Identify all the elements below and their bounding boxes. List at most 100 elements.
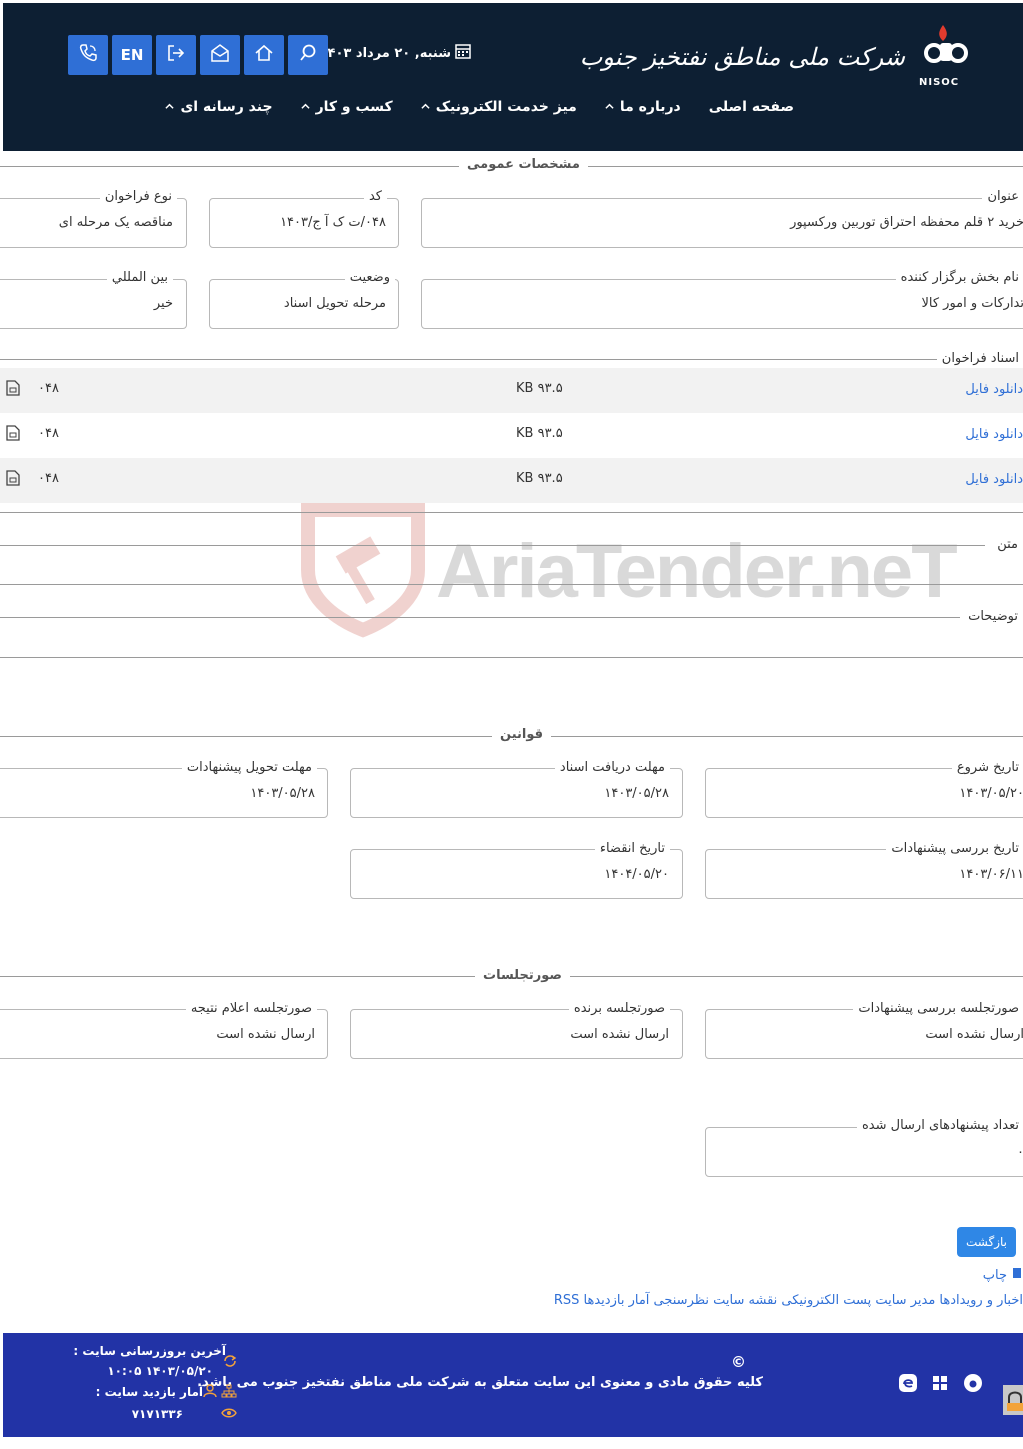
documents-divider bbox=[0, 359, 1023, 360]
login-button[interactable] bbox=[156, 35, 196, 75]
documents-title: اسناد فراخوان bbox=[936, 351, 1023, 366]
desc-label: توضیحات bbox=[963, 609, 1023, 624]
accessibility-icon[interactable] bbox=[1003, 1385, 1023, 1415]
general-section-title: مشخصات عمومی bbox=[459, 157, 588, 172]
back-button[interactable]: بازگشت bbox=[957, 1227, 1016, 1257]
offers-count-value: ۰ bbox=[1017, 1145, 1023, 1160]
submit-deadline-value: ۱۴۰۳/۰۵/۲۸ bbox=[250, 786, 315, 801]
main-nav: صفحه اصلی درباره ما میز خدمت الکترونیک ک… bbox=[165, 99, 794, 115]
date-display: شنبه, ۲۰ مرداد ۱۴۰۳ bbox=[320, 43, 471, 63]
file-icon[interactable] bbox=[6, 470, 20, 490]
organizer-value: تدارکات و امور کالا bbox=[921, 296, 1023, 311]
lang-label: EN bbox=[120, 46, 144, 64]
organizer-label: نام بخش برگزار کننده bbox=[895, 270, 1023, 285]
search-button[interactable] bbox=[288, 35, 328, 75]
text-divider bbox=[0, 545, 985, 546]
call-type-label: نوع فراخوان bbox=[99, 189, 177, 204]
file-name: ۰۴۸ bbox=[38, 471, 59, 486]
download-link[interactable]: دانلود فایل bbox=[965, 472, 1023, 487]
divider bbox=[0, 657, 1023, 658]
table-row bbox=[0, 413, 1023, 458]
file-size: ۹۳.۵ KB bbox=[516, 471, 563, 486]
minutes-section-title: صورتجلسات bbox=[475, 968, 570, 983]
logo-abbr: NISOC bbox=[919, 77, 960, 88]
table-row bbox=[0, 368, 1023, 413]
phone-button[interactable] bbox=[68, 35, 108, 75]
nav-eservices[interactable]: میز خدمت الکترونیک bbox=[421, 99, 577, 115]
desc-divider bbox=[0, 617, 960, 618]
result-minutes-value: ارسال نشده است bbox=[216, 1027, 315, 1042]
copyright-symbol: © bbox=[731, 1353, 746, 1371]
code-value: ۰۴۸/ت ک آ ج/۱۴۰۳ bbox=[280, 215, 386, 230]
site-footer: © کلیه حقوق مادی و معنوی این سایت متعلق … bbox=[3, 1333, 1023, 1437]
envelope-icon bbox=[210, 43, 230, 67]
print-link[interactable]: چاپ bbox=[983, 1268, 1007, 1283]
download-link[interactable]: دانلود فایل bbox=[965, 427, 1023, 442]
print-link-wrap[interactable]: چاپ bbox=[983, 1266, 1023, 1284]
review-date-value: ۱۴۰۳/۰۶/۱۱ bbox=[959, 867, 1023, 882]
windows-icon[interactable] bbox=[930, 1373, 950, 1397]
nav-business[interactable]: کسب و کار bbox=[300, 99, 393, 115]
chevron-up-icon bbox=[300, 99, 310, 115]
divider bbox=[0, 584, 1023, 585]
review-date-label: تاریخ بررسی پیشنهادات bbox=[886, 841, 1023, 856]
status-value: مرحله تحویل اسناد bbox=[283, 296, 386, 311]
nisoc-logo-icon[interactable] bbox=[923, 23, 969, 67]
chevron-up-icon bbox=[421, 99, 430, 115]
result-minutes-label: صورتجلسه اعلام نتیجه bbox=[185, 1001, 317, 1016]
expire-date-label: تاریخ انقضاء bbox=[594, 841, 670, 856]
file-icon[interactable] bbox=[6, 425, 20, 445]
bale-icon[interactable] bbox=[963, 1373, 983, 1397]
file-name: ۰۴۸ bbox=[38, 426, 59, 441]
watermark: AriaTender.neT bbox=[298, 500, 958, 640]
nav-about[interactable]: درباره ما bbox=[605, 99, 681, 115]
copyright-text: کلیه حقوق مادی و معنوی این سایت متعلق به… bbox=[197, 1375, 763, 1390]
submit-deadline-label: مهلت تحویل پیشنهادات bbox=[181, 760, 317, 775]
subject-label: عنوان bbox=[982, 189, 1023, 204]
receive-deadline-label: مهلت دریافت اسناد bbox=[554, 760, 670, 775]
visits-value: ۷۱۷۱۳۳۶ bbox=[131, 1407, 183, 1421]
review-minutes-label: صورتجلسه بررسی پیشنهادات bbox=[853, 1001, 1023, 1016]
code-label: کد bbox=[363, 189, 387, 204]
eye-icon bbox=[221, 1407, 237, 1423]
offers-count-field bbox=[705, 1127, 1023, 1177]
offers-count-label: تعداد پیشنهادهای ارسال شده bbox=[856, 1118, 1023, 1133]
home-icon bbox=[254, 43, 274, 67]
international-value: خير bbox=[153, 296, 173, 311]
receive-deadline-value: ۱۴۰۳/۰۵/۲۸ bbox=[604, 786, 669, 801]
status-label: وضعیت bbox=[344, 270, 395, 285]
home-button[interactable] bbox=[244, 35, 284, 75]
eitaa-icon[interactable] bbox=[898, 1373, 918, 1397]
search-icon bbox=[298, 43, 318, 67]
english-language-button[interactable]: EN bbox=[112, 35, 152, 75]
user-icon bbox=[203, 1384, 217, 1402]
winner-minutes-value: ارسال نشده است bbox=[570, 1027, 669, 1042]
last-update-label: آخرین بروزرسانی سایت : bbox=[73, 1344, 226, 1358]
footer-links[interactable]: اخبار و رویدادها مدیر سایت پست الکترونیک… bbox=[554, 1293, 1023, 1308]
mail-button[interactable] bbox=[200, 35, 240, 75]
file-size: ۹۳.۵ KB bbox=[516, 381, 563, 396]
international-label: بین المللي bbox=[106, 270, 173, 285]
download-link[interactable]: دانلود فایل bbox=[965, 382, 1023, 397]
divider bbox=[0, 512, 1023, 513]
start-date-label: تاریخ شروع bbox=[951, 760, 1023, 775]
printer-icon bbox=[1011, 1266, 1023, 1284]
start-date-value: ۱۴۰۳/۰۵/۲۰ bbox=[959, 786, 1023, 801]
phone-icon bbox=[78, 43, 98, 67]
file-size: ۹۳.۵ KB bbox=[516, 426, 563, 441]
sitemap-icon bbox=[221, 1384, 237, 1402]
nav-multimedia[interactable]: چند رسانه ای bbox=[165, 99, 273, 115]
visits-label: آمار بازدید سایت : bbox=[95, 1385, 203, 1399]
text-label: متن bbox=[992, 537, 1023, 552]
nav-home[interactable]: صفحه اصلی bbox=[709, 99, 794, 115]
call-type-value: مناقصه یک مرحله ای bbox=[58, 215, 173, 230]
expire-date-value: ۱۴۰۴/۰۵/۲۰ bbox=[604, 867, 669, 882]
file-icon[interactable] bbox=[6, 380, 20, 400]
site-header: NISOC شرکت ملی مناطق نفتخیز جنوب شنبه, ۲… bbox=[3, 3, 1023, 151]
watermark-shield-icon bbox=[301, 503, 425, 638]
subject-value: خرید ۲ قلم محفظه احتراق توربین ورکسپور bbox=[790, 215, 1023, 230]
calendar-icon bbox=[455, 43, 471, 63]
chevron-up-icon bbox=[605, 99, 614, 115]
logo-text[interactable]: شرکت ملی مناطق نفتخیز جنوب bbox=[580, 43, 905, 71]
table-row bbox=[0, 458, 1023, 503]
